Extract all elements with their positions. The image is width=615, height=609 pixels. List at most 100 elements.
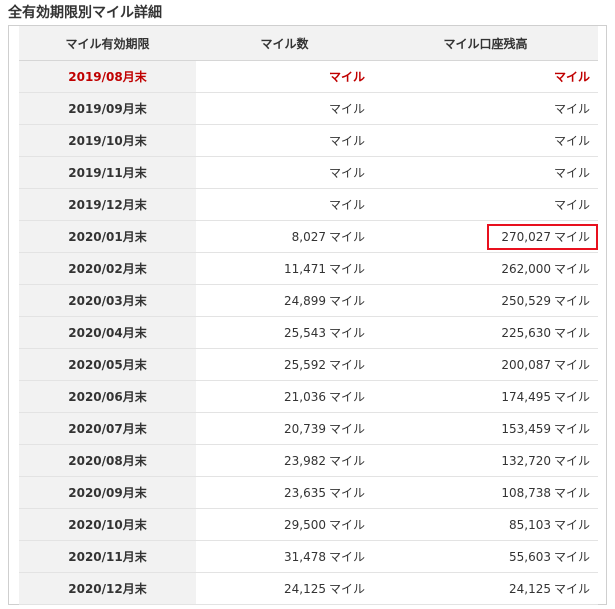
mile-count-cell: マイル (196, 188, 373, 221)
account-balance-cell: マイル (373, 92, 598, 125)
mile-table-frame: マイル有効期限 マイル数 マイル口座残高 2019/08月末 マイル マイル 2019… (8, 25, 607, 605)
balance-value: 85,103 (508, 518, 551, 532)
header-expiry-date: マイル有効期限 (19, 26, 196, 61)
mile-count-value: 25,543 (283, 326, 326, 340)
balance-wrap: 108,738 マイル (501, 486, 590, 500)
table-body: 2019/08月末 マイル マイル 2019/09月末 マイル マイル 2019/10月末マ… (19, 60, 598, 605)
account-balance-cell: マイル (373, 124, 598, 157)
mile-count-value: 11,471 (283, 262, 326, 276)
mile-count-cell: 23,635 マイル (196, 476, 373, 509)
mile-unit-label: マイル (328, 358, 365, 372)
account-balance-cell: 85,103 マイル (373, 508, 598, 541)
balance-value: 200,087 (501, 358, 551, 372)
mile-count-cell: マイル (196, 92, 373, 125)
balance-unit-label: マイル (553, 358, 590, 372)
mile-count-value: 25,592 (283, 358, 326, 372)
table-row: 2020/07月末 20,739 マイル 153,459 マイル (19, 412, 598, 445)
mile-count-cell: 25,543 マイル (196, 316, 373, 349)
expiry-date-cell: 2020/09月末 (19, 476, 196, 509)
mile-count-cell: 20,739 マイル (196, 412, 373, 445)
balance-unit-label: マイル (553, 294, 590, 308)
balance-value: 225,630 (501, 326, 551, 340)
mile-count-cell: 11,471 マイル (196, 252, 373, 285)
balance-wrap: マイル (551, 70, 590, 84)
mile-unit-label: マイル (328, 518, 365, 532)
mile-detail-page: 全有効期限別マイル詳細 マイル有効期限 マイル数 マイル口座残高 2019/08… (0, 0, 615, 609)
table-row: 2020/03月末 24,899 マイル 250,529 マイル (19, 284, 598, 317)
account-balance-cell: 250,529 マイル (373, 284, 598, 317)
account-balance-cell: 262,000 マイル (373, 252, 598, 285)
balance-value: 24,125 (508, 582, 551, 596)
balance-unit-label: マイル (553, 486, 590, 500)
expiry-date-cell: 2020/01月末 (19, 220, 196, 253)
mile-count-cell: 24,125 マイル (196, 572, 373, 605)
expiry-date-cell: 2019/09月末 (19, 92, 196, 125)
mile-count-cell: 25,592 マイル (196, 348, 373, 381)
balance-value: 174,495 (501, 390, 551, 404)
account-balance-cell: 225,630 マイル (373, 316, 598, 349)
mile-count-cell: 23,982 マイル (196, 444, 373, 477)
mile-count-value: 20,739 (283, 422, 326, 436)
mile-count-value: 23,982 (283, 454, 326, 468)
expiry-date-cell: 2020/03月末 (19, 284, 196, 317)
expiry-date-cell: 2019/12月末 (19, 188, 196, 221)
mile-unit-label: マイル (328, 486, 365, 500)
mile-count-cell: 21,036 マイル (196, 380, 373, 413)
balance-unit-label: マイル (553, 166, 590, 180)
expiry-date-cell: 2019/08月末 (19, 60, 196, 93)
balance-unit-label: マイル (553, 102, 590, 116)
account-balance-cell: 55,603 マイル (373, 540, 598, 573)
mile-count-cell: マイル (196, 60, 373, 93)
mile-count-value: 24,125 (283, 582, 326, 596)
account-balance-cell: 153,459 マイル (373, 412, 598, 445)
table-row: 2020/06月末 21,036 マイル 174,495 マイル (19, 380, 598, 413)
mile-unit-label: マイル (328, 230, 365, 244)
balance-value: 262,000 (501, 262, 551, 276)
table-row: 2020/10月末 29,500 マイル 85,103 マイル (19, 508, 598, 541)
mile-count-value: 21,036 (283, 390, 326, 404)
account-balance-cell: 200,087 マイル (373, 348, 598, 381)
balance-wrap: 250,529 マイル (501, 294, 590, 308)
header-mile-count: マイル数 (196, 26, 373, 61)
expiry-date-cell: 2020/05月末 (19, 348, 196, 381)
balance-wrap: マイル (551, 166, 590, 180)
balance-unit-label: マイル (553, 70, 590, 84)
account-balance-cell: 108,738 マイル (373, 476, 598, 509)
balance-wrap: 262,000 マイル (501, 262, 590, 276)
balance-value: 108,738 (501, 486, 551, 500)
mile-count-cell: マイル (196, 156, 373, 189)
balance-unit-label: マイル (553, 262, 590, 276)
balance-wrap: マイル (551, 134, 590, 148)
balance-unit-label: マイル (553, 518, 590, 532)
mile-expiry-table: マイル有効期限 マイル数 マイル口座残高 2019/08月末 マイル マイル 2019… (19, 26, 598, 605)
mile-unit-label: マイル (328, 134, 365, 148)
table-row: 2019/08月末 マイル マイル (19, 60, 598, 93)
expiry-date-cell: 2020/06月末 (19, 380, 196, 413)
mile-unit-label: マイル (328, 454, 365, 468)
account-balance-cell: 174,495 マイル (373, 380, 598, 413)
balance-unit-label: マイル (553, 326, 590, 340)
balance-wrap: 85,103 マイル (509, 518, 590, 532)
mile-count-cell: 29,500 マイル (196, 508, 373, 541)
mile-unit-label: マイル (328, 422, 365, 436)
mile-unit-label: マイル (328, 198, 365, 212)
mile-unit-label: マイル (328, 102, 365, 116)
balance-value: 132,720 (501, 454, 551, 468)
mile-unit-label: マイル (328, 550, 365, 564)
expiry-date-cell: 2020/02月末 (19, 252, 196, 285)
balance-unit-label: マイル (553, 582, 590, 596)
expiry-date-cell: 2019/11月末 (19, 156, 196, 189)
table-row: 2020/01月末 8,027 マイル 270,027 マイル (19, 220, 598, 253)
balance-unit-label: マイル (553, 198, 590, 212)
account-balance-cell: 270,027 マイル (373, 220, 598, 253)
balance-unit-label: マイル (553, 390, 590, 404)
mile-count-cell: 24,899 マイル (196, 284, 373, 317)
balance-value: 250,529 (501, 294, 551, 308)
account-balance-cell: 24,125 マイル (373, 572, 598, 605)
balance-wrap: 132,720 マイル (501, 454, 590, 468)
expiry-date-cell: 2020/04月末 (19, 316, 196, 349)
mile-count-cell: 31,478 マイル (196, 540, 373, 573)
mile-count-value: 29,500 (283, 518, 326, 532)
balance-unit-label: マイル (553, 422, 590, 436)
mile-unit-label: マイル (328, 262, 365, 276)
